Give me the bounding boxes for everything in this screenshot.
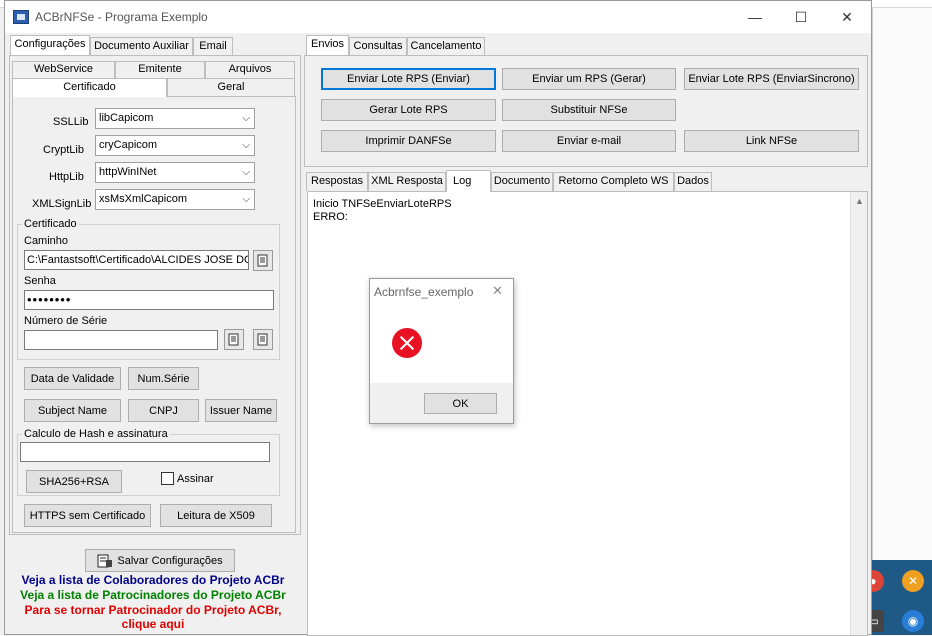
window-title: ACBrNFSe - Programa Exemplo	[35, 10, 208, 24]
browse-file-button[interactable]	[253, 250, 273, 271]
salvar-label: Salvar Configurações	[117, 554, 223, 567]
tab-retorno-completo-ws[interactable]: Retorno Completo WS	[553, 172, 674, 191]
cryptlib-value: cryCapicom	[99, 139, 158, 151]
caminho-input[interactable]: C:\Fantastsoft\Certificado\ALCIDES JOSE …	[24, 250, 249, 270]
app-icon	[13, 10, 29, 24]
tab-envios[interactable]: Envios	[306, 35, 349, 55]
tab-consultas[interactable]: Consultas	[349, 37, 407, 56]
assinar-label: Assinar	[177, 473, 214, 485]
leitura-x509-button[interactable]: Leitura de X509	[160, 504, 272, 527]
tab-webservice[interactable]: WebService	[12, 61, 115, 78]
close-button[interactable]: ✕	[827, 5, 867, 29]
certificado-group-title: Certificado	[22, 218, 79, 230]
notification-icon[interactable]: ◉	[902, 610, 924, 632]
subject-name-button[interactable]: Subject Name	[24, 399, 121, 422]
numero-serie-label: Número de Série	[24, 315, 108, 327]
tab-documento[interactable]: Documento	[491, 172, 553, 191]
ok-button[interactable]: OK	[424, 393, 497, 414]
num-serie-button[interactable]: Num.Série	[128, 367, 199, 390]
log-line: Inicio TNFSeEnviarLoteRPS	[313, 198, 452, 210]
cryptlib-label: CryptLib	[43, 144, 84, 156]
tab-xml-resposta[interactable]: XML Resposta	[368, 172, 446, 191]
tab-certificado[interactable]: Certificado	[12, 78, 167, 97]
enviar-lote-rps-button[interactable]: Enviar Lote RPS (Enviar)	[321, 68, 496, 90]
tab-geral[interactable]: Geral	[167, 78, 295, 96]
xmlsignlib-label: XMLSignLib	[32, 198, 92, 210]
tab-configuracoes[interactable]: Configurações	[10, 35, 90, 55]
senha-input[interactable]: ••••••••	[24, 290, 274, 310]
document-icon	[228, 333, 239, 346]
document-icon	[257, 254, 268, 267]
background-window	[872, 8, 932, 560]
error-icon	[392, 328, 422, 358]
tab-respostas[interactable]: Respostas	[306, 172, 368, 191]
httplib-select[interactable]: httpWinINet ⌵	[95, 162, 255, 183]
colaboradores-link[interactable]: Veja a lista de Colaboradores do Projeto…	[5, 573, 301, 587]
httplib-value: httpWinINet	[99, 166, 157, 178]
hash-input[interactable]	[20, 442, 270, 462]
log-scrollbar[interactable]: ▲	[850, 192, 867, 635]
xmlsignlib-select[interactable]: xsMsXmlCapicom ⌵	[95, 189, 255, 210]
minimize-button[interactable]: —	[735, 5, 775, 29]
antivirus-icon[interactable]: ✕	[902, 570, 924, 592]
tab-dados[interactable]: Dados	[674, 172, 712, 191]
assinar-checkbox[interactable]	[161, 472, 174, 485]
tornar-patrocinador-link[interactable]: Para se tornar Patrocinador do Projeto A…	[5, 603, 301, 617]
tab-documento-auxiliar[interactable]: Documento Auxiliar	[90, 37, 193, 56]
cryptlib-select[interactable]: cryCapicom ⌵	[95, 135, 255, 156]
dialog-footer: OK	[370, 383, 513, 423]
ssllib-select[interactable]: libCapicom ⌵	[95, 108, 255, 129]
xmlsignlib-value: xsMsXmlCapicom	[99, 193, 188, 205]
tab-log[interactable]: Log	[446, 170, 491, 192]
select-serie-alt-button[interactable]	[253, 329, 273, 350]
scroll-up-icon: ▲	[855, 196, 864, 206]
chevron-down-icon: ⌵	[242, 113, 250, 124]
caminho-label: Caminho	[24, 235, 69, 247]
save-icon	[97, 554, 113, 567]
log-line: ERRO:	[313, 211, 348, 223]
dialog-close-button[interactable]: ✕	[492, 283, 503, 299]
enviar-um-rps-button[interactable]: Enviar um RPS (Gerar)	[502, 68, 676, 90]
tab-emitente[interactable]: Emitente	[115, 61, 205, 78]
substituir-nfse-button[interactable]: Substituir NFSe	[502, 99, 676, 121]
data-validade-button[interactable]: Data de Validade	[24, 367, 121, 390]
clique-aqui-link[interactable]: clique aqui	[5, 617, 301, 631]
select-serie-button[interactable]	[224, 329, 244, 350]
salvar-configuracoes-button[interactable]: Salvar Configurações	[85, 549, 235, 572]
enviar-email-button[interactable]: Enviar e-mail	[502, 130, 676, 152]
link-nfse-button[interactable]: Link NFSe	[684, 130, 859, 152]
https-sem-certificado-button[interactable]: HTTPS sem Certificado	[24, 504, 151, 527]
hash-group-title: Calculo de Hash e assinatura	[22, 428, 170, 440]
tab-email[interactable]: Email	[193, 37, 233, 56]
issuer-name-button[interactable]: Issuer Name	[205, 399, 277, 422]
maximize-button[interactable]: ☐	[781, 5, 821, 29]
sha256-rsa-button[interactable]: SHA256+RSA	[26, 470, 122, 493]
cnpj-button[interactable]: CNPJ	[128, 399, 199, 422]
enviar-lote-sincrono-button[interactable]: Enviar Lote RPS (EnviarSincrono)	[684, 68, 859, 90]
gerar-lote-rps-button[interactable]: Gerar Lote RPS	[321, 99, 496, 121]
chevron-down-icon: ⌵	[242, 140, 250, 151]
imprimir-danfse-button[interactable]: Imprimir DANFSe	[321, 130, 496, 152]
ssllib-value: libCapicom	[99, 112, 154, 124]
document-icon	[257, 333, 268, 346]
chevron-down-icon: ⌵	[242, 194, 250, 205]
tab-arquivos[interactable]: Arquivos	[205, 61, 295, 78]
httplib-label: HttpLib	[49, 171, 84, 183]
patrocinadores-link[interactable]: Veja a lista de Patrocinadores do Projet…	[5, 588, 301, 602]
tab-cancelamento[interactable]: Cancelamento	[407, 37, 485, 56]
chevron-down-icon: ⌵	[242, 167, 250, 178]
senha-label: Senha	[24, 275, 56, 287]
ssllib-label: SSLLib	[53, 116, 89, 128]
title-bar: ACBrNFSe - Programa Exemplo — ☐ ✕	[5, 1, 871, 33]
error-dialog: Acbrnfse_exemplo ✕ OK	[369, 278, 514, 424]
dialog-title: Acbrnfse_exemplo	[374, 285, 474, 299]
numero-serie-input[interactable]	[24, 330, 218, 350]
